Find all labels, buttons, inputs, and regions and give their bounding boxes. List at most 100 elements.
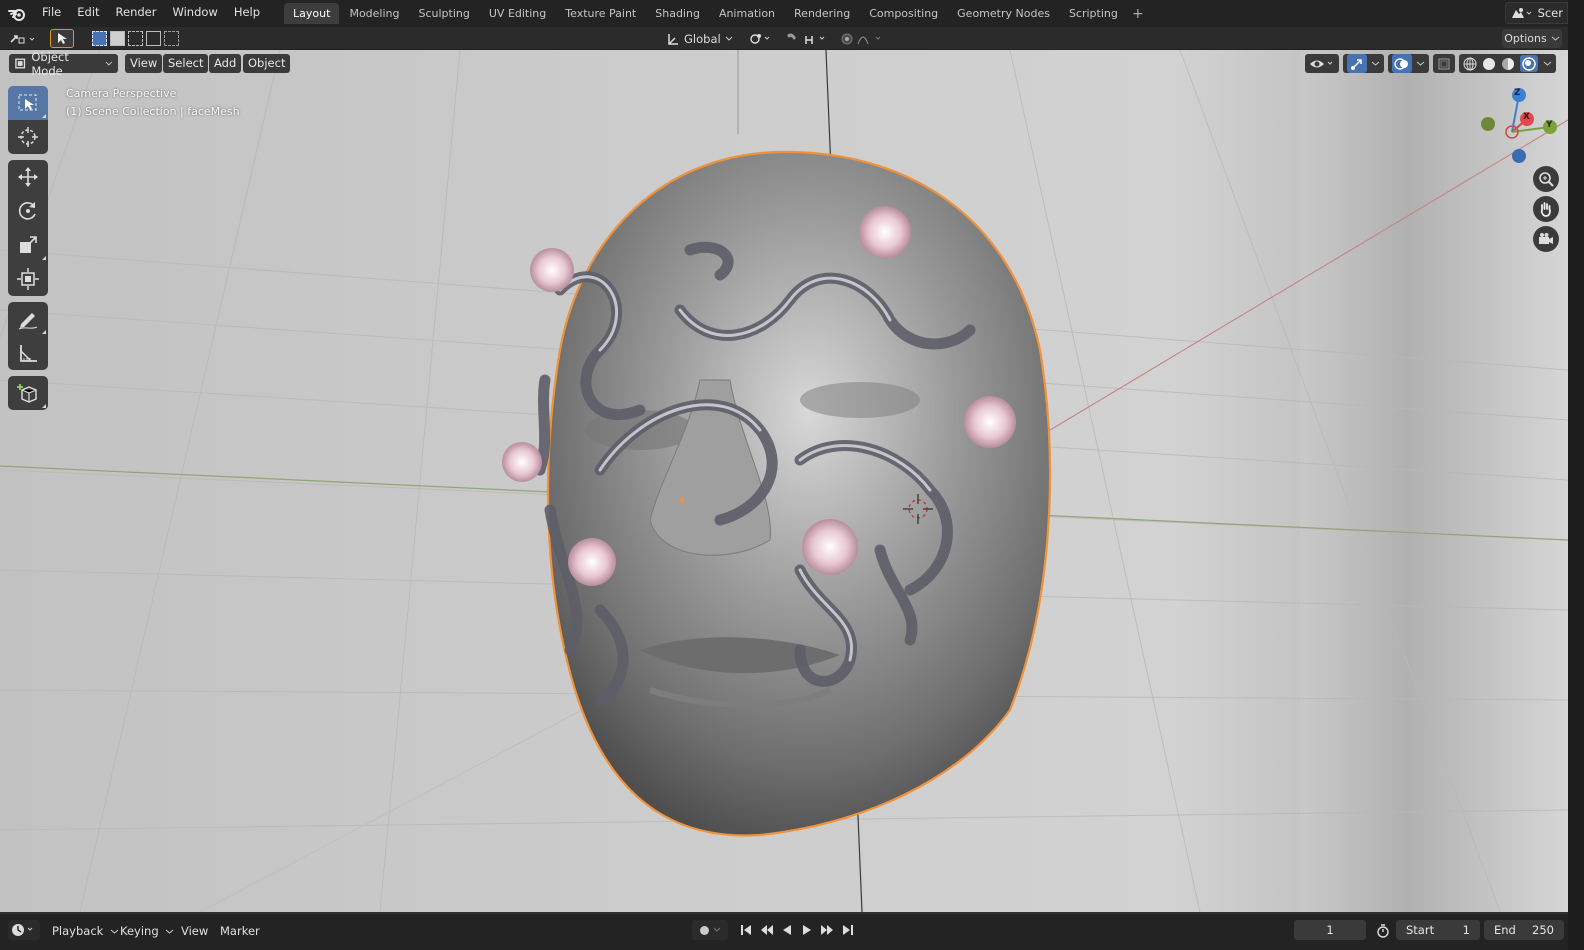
overlays-toggle-group[interactable]: [1388, 54, 1429, 73]
play-reverse-icon[interactable]: [781, 924, 793, 936]
tool-move[interactable]: [8, 160, 48, 194]
tab-modeling[interactable]: Modeling: [340, 3, 408, 24]
tool-scale[interactable]: [8, 228, 48, 262]
object-mode-dropdown[interactable]: Object Mode: [9, 50, 118, 78]
start-frame-field[interactable]: Start 1: [1396, 920, 1480, 940]
xray-icon: [1438, 58, 1450, 69]
options-label: Options: [1504, 32, 1547, 45]
menu-window[interactable]: Window: [164, 0, 225, 27]
tab-uv-editing[interactable]: UV Editing: [480, 3, 555, 24]
tool-cursor[interactable]: [8, 120, 48, 154]
gizmo-x-label[interactable]: X: [1523, 112, 1530, 122]
pan-button[interactable]: [1533, 196, 1559, 222]
viewport-header-right: [1305, 54, 1556, 73]
playback-controls: [738, 920, 856, 940]
solid-shading-icon[interactable]: [1482, 57, 1496, 71]
tab-compositing[interactable]: Compositing: [860, 3, 947, 24]
menu-render[interactable]: Render: [108, 0, 165, 27]
material-shading-icon[interactable]: [1501, 57, 1515, 71]
stopwatch-icon[interactable]: [1376, 924, 1390, 938]
next-keyframe-icon[interactable]: [820, 924, 834, 936]
menu-help[interactable]: Help: [226, 0, 268, 27]
tab-layout[interactable]: Layout: [284, 3, 340, 24]
editor-type-button[interactable]: [6, 29, 40, 48]
blender-logo-icon[interactable]: [0, 0, 34, 27]
shading-mode-group[interactable]: [1459, 54, 1556, 73]
visibility-dropdown[interactable]: [1305, 54, 1339, 73]
zoom-button[interactable]: [1533, 166, 1559, 192]
jump-end-icon[interactable]: [842, 924, 854, 936]
select-difference-icon[interactable]: [145, 31, 161, 46]
3d-viewport[interactable]: Object Mode View Select Add Object Camer…: [0, 50, 1568, 912]
gizmo-z-label[interactable]: Z: [1514, 88, 1521, 98]
select-box-icon: [18, 94, 37, 111]
viewport-menu-select[interactable]: Select: [163, 54, 209, 73]
tool-rotate[interactable]: [8, 194, 48, 228]
current-frame-field[interactable]: 1: [1294, 920, 1366, 940]
playback-dropdown[interactable]: Playback: [52, 922, 119, 940]
tab-scripting[interactable]: Scripting: [1060, 3, 1127, 24]
viewport-scene: [0, 50, 1568, 912]
tool-select-box[interactable]: [8, 86, 48, 120]
options-dropdown[interactable]: Options: [1502, 29, 1562, 48]
overlays-icon[interactable]: [1392, 54, 1412, 73]
jump-start-icon[interactable]: [740, 924, 752, 936]
select-intersect-icon[interactable]: [163, 31, 179, 46]
rendered-shading-icon[interactable]: [1520, 55, 1538, 72]
face-mesh: [502, 150, 1052, 837]
tab-rendering[interactable]: Rendering: [785, 3, 859, 24]
viewport-info-overlay: Camera Perspective (1) Scene Collection …: [66, 85, 240, 121]
camera-view-button[interactable]: [1533, 226, 1559, 252]
playback-label: Playback: [52, 924, 104, 938]
object-mode-label: Object Mode: [31, 50, 69, 78]
proportional-editing-group[interactable]: [838, 29, 888, 48]
auto-keying-toggle[interactable]: [692, 920, 728, 940]
end-frame-field[interactable]: End 250: [1484, 920, 1564, 940]
pivot-point-dropdown[interactable]: [746, 29, 776, 48]
chevron-down-icon: [1551, 36, 1560, 41]
select-extend-icon[interactable]: [109, 31, 125, 46]
viewport-menu-view[interactable]: View: [125, 54, 163, 73]
tab-geometry-nodes[interactable]: Geometry Nodes: [948, 3, 1059, 24]
keying-dropdown[interactable]: Keying: [120, 922, 174, 940]
tool-transform[interactable]: [8, 262, 48, 296]
cursor-icon: [18, 127, 38, 147]
tab-shading[interactable]: Shading: [646, 3, 709, 24]
tool-measure[interactable]: [8, 336, 48, 370]
start-frame-label: Start: [1406, 923, 1435, 937]
select-subtract-icon[interactable]: [127, 31, 143, 46]
prev-keyframe-icon[interactable]: [760, 924, 774, 936]
object-mode-icon: [15, 58, 26, 69]
menu-edit[interactable]: Edit: [69, 0, 107, 27]
chevron-down-icon: [110, 929, 119, 934]
transform-orientation-dropdown[interactable]: Global: [662, 29, 738, 48]
viewport-menu-add[interactable]: Add: [209, 54, 242, 73]
xray-toggle[interactable]: [1433, 54, 1455, 73]
tool-annotate[interactable]: [8, 302, 48, 336]
tab-sculpting[interactable]: Sculpting: [410, 3, 479, 24]
timeline-menu-marker[interactable]: Marker: [220, 922, 260, 940]
play-icon[interactable]: [801, 924, 813, 936]
viewport-menu-object[interactable]: Object: [243, 54, 291, 73]
tab-animation[interactable]: Animation: [710, 3, 784, 24]
gizmo-toggle-group[interactable]: [1343, 54, 1384, 73]
x-axis-line: [199, 689, 621, 912]
tool-add-cube[interactable]: [8, 376, 48, 410]
snapping-group[interactable]: [782, 29, 832, 48]
menu-file[interactable]: File: [34, 0, 69, 27]
select-tool-button[interactable]: [50, 29, 74, 48]
proportional-edit-icon: [841, 33, 881, 44]
gizmo-icon[interactable]: [1347, 54, 1367, 73]
wireframe-shading-icon[interactable]: [1463, 57, 1477, 71]
orientation-label: Global: [684, 31, 721, 46]
scene-selector[interactable]: Scer: [1504, 2, 1568, 24]
timeline-menu-view[interactable]: View: [181, 922, 208, 940]
camera-icon: [1539, 233, 1553, 244]
keying-label: Keying: [120, 924, 159, 938]
select-new-icon[interactable]: [91, 31, 107, 46]
tab-texture-paint[interactable]: Texture Paint: [556, 3, 645, 24]
clock-icon: [12, 924, 33, 936]
add-workspace-button[interactable]: +: [1128, 6, 1148, 22]
timeline-editor-type[interactable]: [8, 920, 40, 940]
gizmo-y-label[interactable]: Y: [1546, 120, 1553, 130]
